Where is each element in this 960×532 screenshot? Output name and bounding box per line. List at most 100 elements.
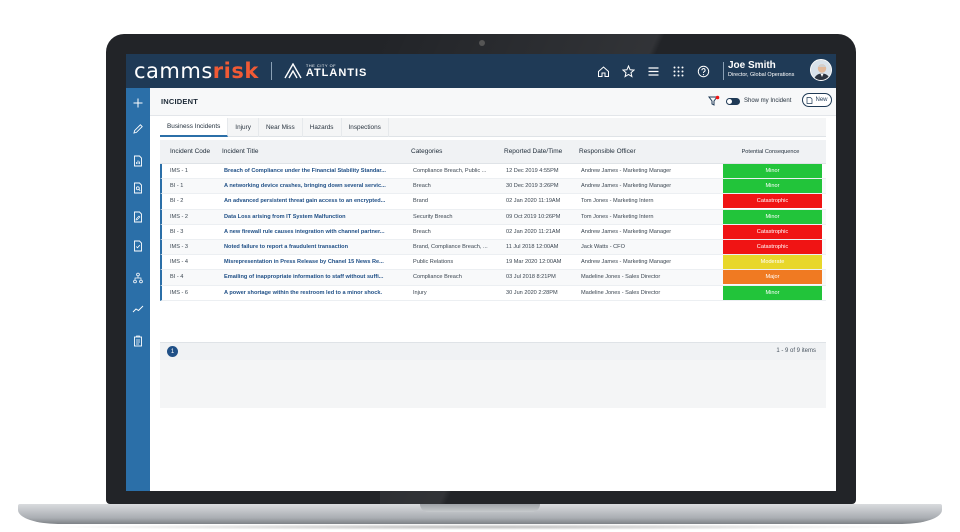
cell-title-link[interactable]: A power shortage within the restroom led… [224, 290, 412, 296]
tab-inspections[interactable]: Inspections [342, 118, 389, 137]
cell-date: 30 Jun 2020 2:28PM [506, 289, 558, 296]
cell-title-link[interactable]: A networking device crashes, bringing do… [224, 183, 412, 189]
cell-code: IMS - 2 [170, 213, 189, 220]
cell-date: 02 Jan 2020 11:21AM [506, 228, 561, 235]
table-row[interactable]: BI - 2 An advanced persistent threat gain… [160, 194, 826, 210]
page-number-button[interactable]: 1 [167, 346, 178, 357]
consequence-badge: Catastrophic [723, 194, 822, 209]
cell-code: BI - 1 [170, 183, 184, 190]
top-icon-group [596, 54, 726, 88]
menu-icon[interactable] [646, 64, 661, 79]
plus-icon[interactable] [131, 96, 145, 110]
consequence-badge: Catastrophic [723, 240, 822, 255]
cell-officer: Andrew James - Marketing Manager [581, 168, 672, 175]
doc-chart-icon[interactable] [131, 154, 145, 168]
doc-check-icon[interactable] [131, 239, 145, 253]
doc-search-icon[interactable] [131, 181, 145, 195]
cell-title-link[interactable]: A new firewall rule causes integration w… [224, 229, 412, 235]
cell-title-link[interactable]: Noted failure to report a fraudulent tra… [224, 244, 412, 250]
col-categories[interactable]: Categories [410, 148, 504, 155]
cell-title-link[interactable]: Breach of Compliance under the Financial… [224, 168, 412, 174]
user-info[interactable]: Joe Smith Director, Global Operations [728, 60, 794, 78]
cell-code: BI - 2 [170, 198, 184, 205]
filter-icon[interactable] [708, 95, 720, 107]
cell-category: Brand [413, 198, 428, 205]
table-row[interactable]: IMS - 3 Noted failure to report a fraudul… [160, 239, 826, 256]
cell-officer: Jack Watts - CFO [581, 244, 625, 251]
consequence-badge: Catastrophic [723, 224, 822, 239]
table-row[interactable]: BI - 4 Emailing of inappropriate informat… [160, 270, 826, 286]
cell-date: 02 Jan 2020 11:19AM [506, 198, 561, 205]
page-title: INCIDENT [161, 97, 199, 106]
cell-title-link[interactable]: Data Loss arising from IT System Malfunc… [224, 214, 412, 220]
consequence-badge: Minor [723, 285, 822, 300]
cell-officer: Madeline Jones - Sales Director [581, 289, 661, 296]
table-row[interactable]: IMS - 6 A power shortage within the restr… [160, 285, 826, 301]
clipboard-icon[interactable] [131, 334, 145, 348]
cell-date: 30 Dec 2019 3:26PM [506, 183, 559, 190]
cell-code: IMS - 1 [170, 168, 189, 175]
home-icon[interactable] [596, 64, 611, 79]
tab-near-miss[interactable]: Near Miss [259, 118, 303, 137]
col-responsible-officer[interactable]: Responsible Officer [579, 148, 719, 155]
doc-edit-icon[interactable] [131, 210, 145, 224]
col-incident-code[interactable]: Incident Code [160, 148, 222, 155]
cell-code: IMS - 6 [170, 289, 189, 296]
top-bar: cammsrisk THE CITY OF ATLANTIS Joe Smith… [126, 54, 836, 88]
cell-category: Injury [413, 289, 427, 296]
table-row[interactable]: IMS - 4 Misrepresentation in Press Releas… [160, 255, 826, 271]
cell-code: IMS - 3 [170, 244, 189, 251]
cell-category: Compliance Breach, Public ... [413, 168, 487, 175]
cell-code: BI - 3 [170, 228, 184, 235]
tab-hazards[interactable]: Hazards [303, 118, 342, 137]
camms-logo[interactable]: cammsrisk [134, 59, 259, 83]
cell-title-link[interactable]: Emailing of inappropriate information to… [224, 274, 412, 280]
col-potential-consequence[interactable]: Potential Consequence [721, 145, 820, 159]
cell-date: 11 Jul 2018 12:00AM [506, 244, 559, 251]
cell-category: Security Breach [413, 213, 453, 220]
help-icon[interactable] [696, 64, 711, 79]
tab-business-incidents[interactable]: Business Incidents [160, 118, 229, 137]
table-row[interactable]: BI - 1 A networking device crashes, bring… [160, 179, 826, 195]
consequence-badge: Minor [723, 179, 822, 194]
tab-injury[interactable]: Injury [228, 118, 259, 137]
col-reported-date[interactable]: Reported Date/Time [504, 148, 579, 155]
cell-category: Breach [413, 228, 431, 235]
consequence-badge: Major [723, 270, 822, 285]
avatar[interactable] [810, 59, 832, 81]
cell-date: 09 Oct 2019 10:26PM [506, 213, 561, 220]
cell-category: Public Relations [413, 259, 454, 266]
cell-title-link[interactable]: Misrepresentation in Press Release by Ch… [224, 259, 412, 265]
incident-grid: Incident Code Incident Title Categories … [160, 140, 826, 301]
brand-accent: risk [212, 59, 259, 83]
cell-officer: Andrew James - Marketing Manager [581, 183, 672, 190]
cell-category: Brand, Compliance Breach, ... [413, 244, 488, 251]
apps-grid-icon[interactable] [671, 64, 686, 79]
table-row[interactable]: BI - 3 A new firewall rule causes integra… [160, 224, 826, 240]
cell-category: Compliance Breach [413, 274, 462, 281]
cell-officer: Tom Jones - Marketing Intern [581, 213, 654, 220]
new-doc-icon [807, 96, 813, 104]
main-content: INCIDENT Show my Incident New Business I… [150, 88, 836, 491]
cell-title-link[interactable]: An advanced persistent threat gain acces… [224, 198, 412, 204]
consequence-badge: Moderate [723, 255, 822, 270]
pencil-icon[interactable] [131, 122, 145, 136]
brand-main: camms [134, 59, 213, 83]
col-incident-title[interactable]: Incident Title [222, 148, 410, 155]
cell-officer: Madeline Jones - Sales Director [581, 274, 661, 281]
table-row[interactable]: IMS - 1 Breach of Compliance under the Fi… [160, 164, 826, 180]
cell-code: BI - 4 [170, 274, 184, 281]
cell-officer: Andrew James - Marketing Manager [581, 259, 672, 266]
table-row[interactable]: IMS - 2 Data Loss arising from IT System … [160, 209, 826, 225]
show-my-incident-toggle[interactable] [726, 98, 740, 105]
trend-icon[interactable] [131, 302, 145, 316]
camera-dot [479, 40, 485, 46]
atlantis-mark-icon [284, 63, 302, 79]
sidebar [126, 88, 150, 491]
new-button-label: New [815, 97, 828, 103]
star-icon[interactable] [621, 64, 636, 79]
new-incident-button[interactable]: New [802, 93, 832, 107]
hierarchy-icon[interactable] [131, 271, 145, 285]
cell-code: IMS - 4 [170, 259, 189, 266]
user-name: Joe Smith [728, 60, 776, 71]
